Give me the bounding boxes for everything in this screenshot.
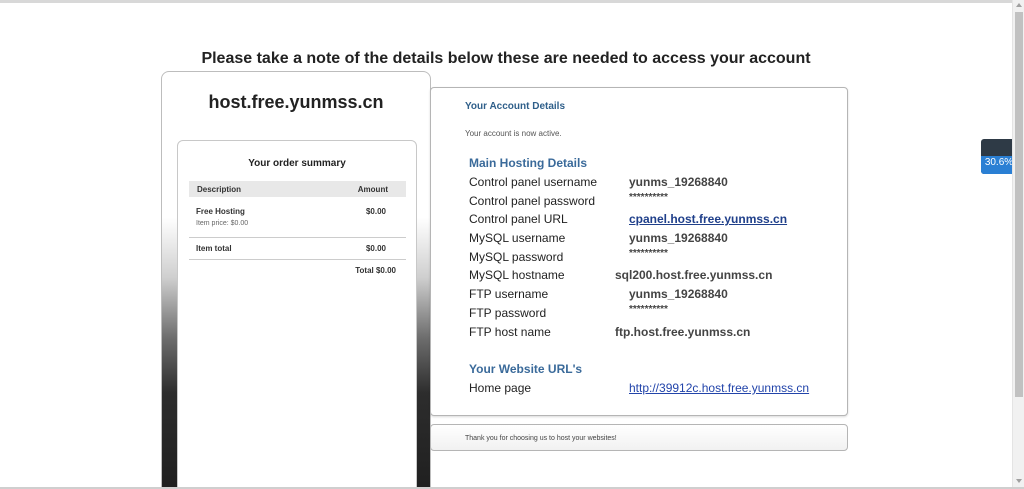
order-item-price-note: Item price: $0.00 — [196, 220, 249, 227]
main-hosting-title: Main Hosting Details — [469, 156, 588, 170]
account-status-text: Your account is now active. — [465, 129, 562, 138]
thanks-text: Thank you for choosing us to host your w… — [465, 435, 617, 442]
column-description: Description — [197, 185, 242, 194]
item-total-amount: $0.00 — [365, 244, 386, 253]
top-border — [0, 0, 1024, 3]
detail-label: Home page — [469, 381, 532, 395]
detail-row-mysql-password: MySQL password ********** — [469, 248, 829, 266]
detail-value: ftp.host.free.yunmss.cn — [615, 325, 751, 339]
page-heading: Please take a note of the details below … — [201, 50, 811, 67]
detail-label: FTP password — [469, 306, 547, 320]
summary-divider — [189, 237, 406, 238]
detail-row-ftp-username: FTP username yunms_19268840 — [469, 287, 829, 303]
scroll-up-arrow-icon[interactable] — [1016, 3, 1022, 7]
summary-divider — [189, 259, 406, 260]
order-item-name: Free Hosting — [196, 207, 245, 216]
scrollbar-thumb[interactable] — [1015, 12, 1023, 397]
detail-label: FTP username — [469, 287, 549, 301]
order-card: host.free.yunmss.cn Your order summary D… — [161, 71, 431, 489]
control-panel-link[interactable]: cpanel.host.free.yunmss.cn — [629, 212, 787, 226]
order-total: Total $0.00 — [355, 266, 396, 275]
scroll-down-arrow-icon[interactable] — [1016, 479, 1022, 483]
detail-value-masked: ********** — [629, 248, 668, 259]
column-amount: Amount — [357, 185, 388, 194]
detail-value: yunms_19268840 — [629, 231, 728, 245]
detail-value-masked: ********** — [629, 304, 668, 315]
order-item-amount: $0.00 — [365, 207, 386, 216]
detail-label: MySQL password — [469, 250, 564, 264]
detail-row-mysql-username: MySQL username yunms_19268840 — [469, 231, 829, 247]
account-details-panel: Your Account Details Your account is now… — [430, 87, 848, 416]
order-summary-title: Your order summary — [248, 158, 346, 169]
detail-value: yunms_19268840 — [629, 175, 728, 189]
detail-row-cp-username: Control panel username yunms_19268840 — [469, 175, 829, 191]
detail-label: Control panel username — [469, 175, 598, 189]
item-total-label: Item total — [196, 244, 232, 253]
detail-row-mysql-hostname: MySQL hostname sql200.host.free.yunmss.c… — [469, 268, 829, 284]
detail-row-home-page: Home page http://39912c.host.free.yunmss… — [469, 381, 829, 397]
order-summary-header: Description Amount — [189, 181, 406, 197]
detail-value: yunms_19268840 — [629, 287, 728, 301]
detail-label: FTP host name — [469, 325, 551, 339]
account-details-heading: Your Account Details — [465, 101, 566, 112]
detail-row-cp-url: Control panel URL cpanel.host.free.yunms… — [469, 212, 829, 228]
order-summary-panel: Your order summary Description Amount Fr… — [177, 140, 417, 489]
detail-row-ftp-password: FTP password ********** — [469, 304, 829, 322]
detail-label: MySQL username — [469, 231, 566, 245]
detail-row-cp-password: Control panel password ********** — [469, 192, 829, 210]
detail-value: sql200.host.free.yunmss.cn — [615, 268, 773, 282]
detail-label: Control panel password — [469, 194, 596, 208]
detail-label: MySQL hostname — [469, 268, 565, 282]
host-title: host.free.yunmss.cn — [208, 92, 384, 112]
vertical-scrollbar[interactable] — [1012, 0, 1024, 489]
detail-label: Control panel URL — [469, 212, 568, 226]
detail-value-masked: ********** — [629, 192, 668, 203]
home-page-link[interactable]: http://39912c.host.free.yunmss.cn — [629, 381, 809, 395]
website-url-title: Your Website URL's — [469, 362, 583, 376]
thanks-banner: Thank you for choosing us to host your w… — [430, 424, 848, 451]
detail-row-ftp-host: FTP host name ftp.host.free.yunmss.cn — [469, 325, 829, 341]
